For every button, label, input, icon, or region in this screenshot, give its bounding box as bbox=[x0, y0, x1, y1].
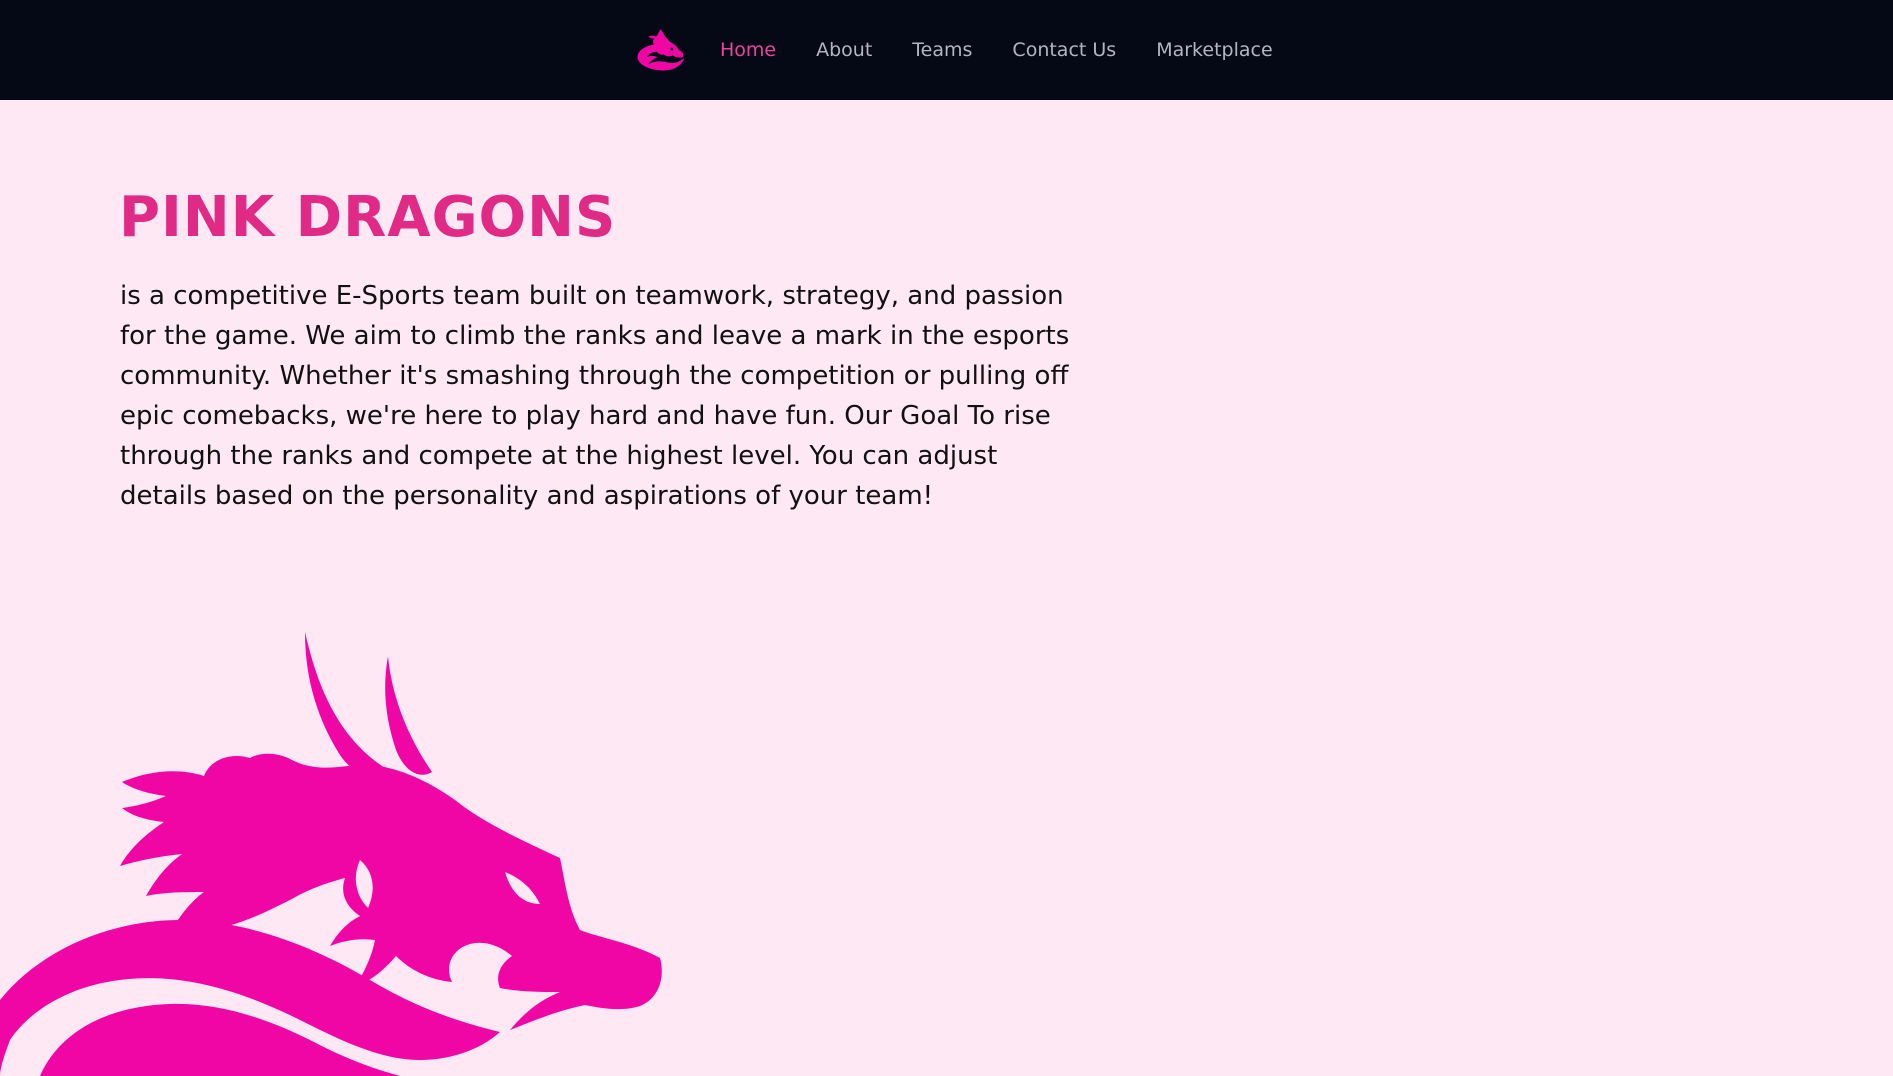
hero-description: is a competitive E-Sports team built on … bbox=[120, 281, 1070, 511]
nav-link-marketplace[interactable]: Marketplace bbox=[1156, 39, 1272, 61]
nav-link-about[interactable]: About bbox=[816, 39, 872, 61]
hero-title: PINK DRAGONS bbox=[119, 185, 617, 250]
nav-link-contact-us[interactable]: Contact Us bbox=[1012, 39, 1116, 61]
main-nav: Home About Teams Contact Us Marketplace bbox=[634, 0, 1313, 100]
nav-link-home[interactable]: Home bbox=[720, 39, 776, 61]
nav-link-teams[interactable]: Teams bbox=[912, 39, 972, 61]
pink-dragon-illustration-icon bbox=[0, 632, 662, 1076]
pink-dragon-logo-icon[interactable] bbox=[634, 27, 688, 73]
top-navigation-bar: Home About Teams Contact Us Marketplace bbox=[0, 0, 1893, 100]
